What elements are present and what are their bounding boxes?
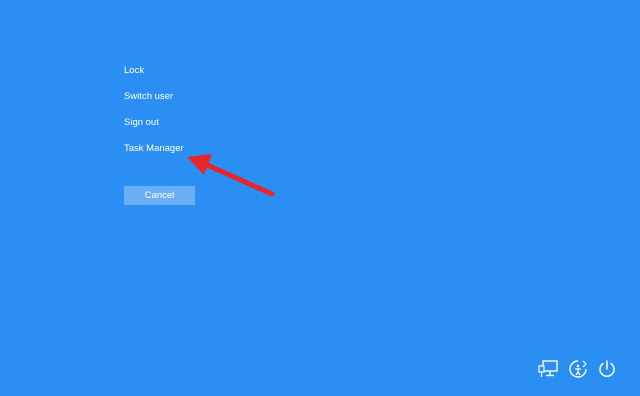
security-options-menu: Lock Switch user Sign out Task Manager: [124, 64, 184, 168]
ease-of-access-icon: [567, 358, 589, 380]
task-manager-option[interactable]: Task Manager: [124, 142, 184, 156]
cancel-button[interactable]: Cancel: [124, 186, 195, 205]
network-button[interactable]: [536, 356, 562, 382]
lock-option[interactable]: Lock: [124, 64, 184, 78]
power-icon: [597, 359, 617, 379]
switch-user-option[interactable]: Switch user: [124, 90, 184, 104]
annotation-arrow: [187, 154, 275, 197]
ease-of-access-button[interactable]: [565, 356, 591, 382]
sign-out-option[interactable]: Sign out: [124, 116, 184, 130]
network-icon: [538, 359, 560, 379]
power-button[interactable]: [594, 356, 620, 382]
security-options-screen: Lock Switch user Sign out Task Manager C…: [0, 0, 640, 396]
